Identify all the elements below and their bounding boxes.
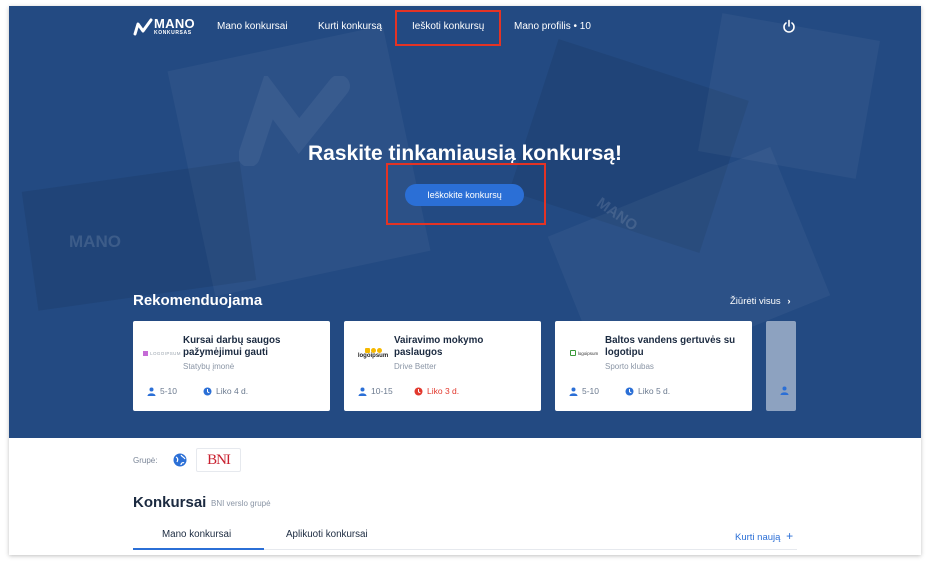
group-badge-bni[interactable]: BNI [196, 448, 241, 472]
create-new-button[interactable]: Kurti naują + [735, 529, 793, 543]
contests-title: Konkursai [133, 494, 207, 511]
user-icon [780, 386, 789, 395]
card-title: Baltos vandens gertuvės su logotipu [605, 335, 736, 358]
highlight-box [395, 10, 501, 46]
deadline: Liko 4 d. [203, 386, 248, 396]
hero-section: MANO MANO MANO KONKURSAS Mano konkursai … [9, 6, 921, 438]
tab-my-contests[interactable]: Mano konkursai [162, 529, 231, 540]
card-subtitle: Sporto klubas [605, 362, 654, 371]
nav-my-profile[interactable]: Mano profilis • 10 [514, 21, 591, 32]
group-badge-text: BNI [207, 451, 231, 468]
company-logo-text: logoipsum [357, 352, 389, 359]
company-logo: LOGOIPSUM [143, 343, 181, 363]
contest-card[interactable]: LOGOIPSUM Kursai darbų saugos pažymėjimu… [133, 321, 330, 411]
contests-tabs: Mano konkursai Aplikuoti konkursai Kurti… [133, 526, 797, 550]
company-logo: logoipsum [354, 343, 392, 363]
participants-count: 5-10 [147, 386, 177, 396]
logo-subtext: KONKURSAS [154, 30, 192, 36]
deadline: Liko 5 d. [625, 386, 670, 396]
contest-card[interactable]: logoipsum Vairavimo mokymo paslaugos Dri… [344, 321, 541, 411]
logo-text: MANO [154, 16, 195, 31]
deadline-value: Liko 3 d. [427, 386, 460, 396]
participants-count: 5-10 [569, 386, 599, 396]
company-logo: logoipsum [565, 343, 603, 363]
deadline-value: Liko 5 d. [638, 386, 671, 396]
participants-value: 5-10 [582, 386, 600, 396]
group-label: Grupė: [133, 456, 158, 465]
card-subtitle: Statybų įmonė [183, 362, 235, 371]
contests-section: Grupė: BNI Konkursai BNI verslo grupė Ma… [9, 438, 921, 555]
company-logo-text: LOGOIPSUM [150, 350, 181, 356]
card-subtitle: Drive Better [394, 362, 437, 371]
recommended-title: Rekomenduojama [133, 292, 263, 309]
contests-subtitle: BNI verslo grupė [211, 499, 271, 508]
see-all-label: Žiūrėti visus [730, 296, 781, 307]
logo-square-icon [569, 350, 576, 356]
watermark-text: MANO [69, 232, 121, 251]
nav-create-contest[interactable]: Kurti konkursą [318, 21, 382, 32]
clock-icon [414, 387, 423, 395]
deadline-value: Liko 4 d. [216, 386, 249, 396]
company-logo-text: logoipsum [577, 350, 599, 356]
nav-my-contests[interactable]: Mano konkursai [217, 21, 288, 32]
top-nav: MANO KONKURSAS Mano konkursai Kurti konk… [9, 6, 921, 50]
participants-value: 5-10 [160, 386, 178, 396]
contest-card[interactable]: logoipsum Baltos vandens gertuvės su log… [555, 321, 752, 411]
user-icon [569, 387, 578, 396]
nav-profile-label: Mano profilis [514, 21, 571, 32]
clock-icon [203, 387, 212, 395]
active-tab-indicator [133, 548, 264, 550]
user-icon [147, 387, 156, 396]
power-icon[interactable] [782, 19, 796, 33]
chevron-right-icon: › [787, 296, 791, 307]
logo-square-icon [143, 350, 149, 356]
highlight-box [386, 163, 546, 225]
see-all-link[interactable]: Žiūrėti visus › [730, 296, 791, 307]
clock-icon [625, 387, 634, 395]
app-window: MANO MANO MANO KONKURSAS Mano konkursai … [9, 6, 921, 555]
logo-mark-icon [133, 18, 153, 36]
card-title: Vairavimo mokymo paslaugos [394, 335, 484, 358]
plus-icon: + [786, 529, 794, 543]
participants-value: 10-15 [371, 386, 393, 396]
card-title: Kursai darbų saugos pažymėjimui gauti [183, 335, 281, 358]
create-new-label: Kurti naują [735, 532, 781, 543]
user-icon [358, 387, 367, 396]
tab-applied-contests[interactable]: Aplikuoti konkursai [286, 529, 368, 540]
logo[interactable]: MANO KONKURSAS [133, 16, 195, 40]
globe-icon[interactable] [173, 453, 187, 467]
contest-card-partial[interactable] [766, 321, 796, 411]
profile-count-badge: • 10 [573, 21, 591, 32]
deadline: Liko 3 d. [414, 386, 459, 396]
participants-count: 10-15 [358, 386, 393, 396]
